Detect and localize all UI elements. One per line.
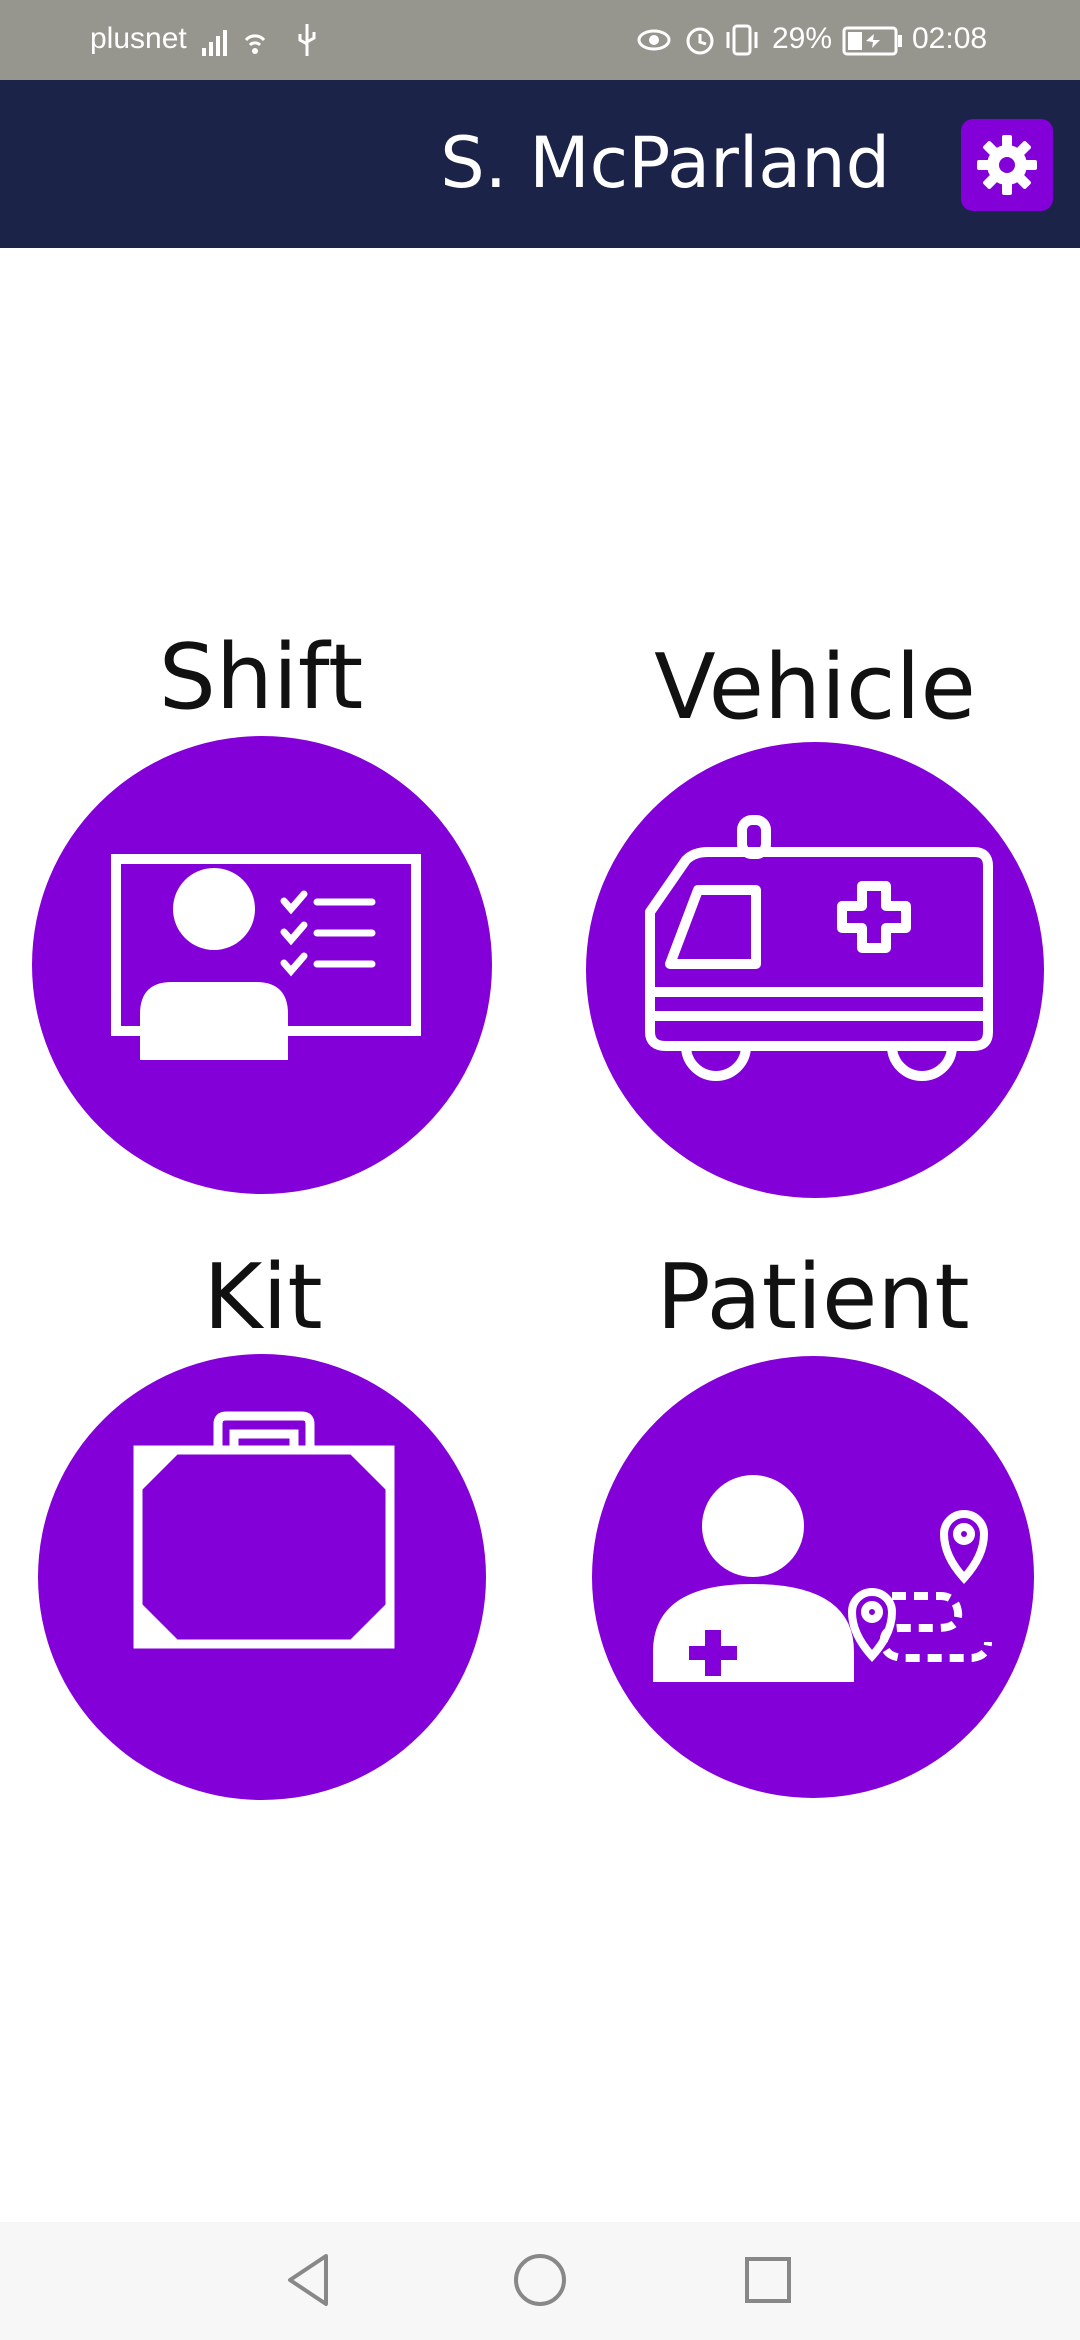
patient-location-icon — [653, 1475, 992, 1682]
recents-button[interactable] — [740, 2250, 796, 2314]
kit-button[interactable] — [38, 1354, 486, 1800]
signal-icon — [200, 20, 270, 68]
vehicle-label: Vehicle — [654, 635, 976, 740]
back-button[interactable] — [280, 2250, 336, 2314]
patient-label: Patient — [656, 1245, 970, 1350]
clock: 02:08 — [912, 22, 988, 55]
home-icon — [514, 2254, 566, 2306]
user-name: S. McParland — [440, 122, 890, 204]
battery-percent: 29% — [772, 22, 833, 55]
shift-label: Shift — [158, 625, 364, 730]
medical-kit-icon — [133, 1411, 395, 1649]
id-card-checklist-icon — [111, 854, 421, 1060]
status-icons — [636, 20, 768, 68]
usb-icon — [296, 20, 318, 68]
eye-comfort-icon — [637, 29, 671, 51]
gear-icon — [977, 135, 1037, 195]
settings-button[interactable] — [961, 119, 1053, 211]
status-bar: plusnet 29% 02:08 — [0, 0, 1080, 80]
ambulance-icon — [645, 815, 993, 1081]
alarm-icon — [686, 27, 714, 55]
vibrate-icon — [726, 24, 758, 56]
vehicle-button[interactable] — [586, 742, 1044, 1198]
shift-button[interactable] — [32, 736, 492, 1194]
patient-button[interactable] — [592, 1356, 1034, 1798]
kit-label: Kit — [203, 1245, 323, 1350]
carrier-name: plusnet — [90, 22, 187, 55]
battery-icon — [842, 24, 904, 66]
home-button[interactable] — [512, 2250, 568, 2314]
recents-icon — [745, 2257, 791, 2303]
system-nav-bar — [0, 2222, 1080, 2340]
back-icon — [288, 2254, 328, 2306]
app-header: S. McParland — [0, 80, 1080, 248]
